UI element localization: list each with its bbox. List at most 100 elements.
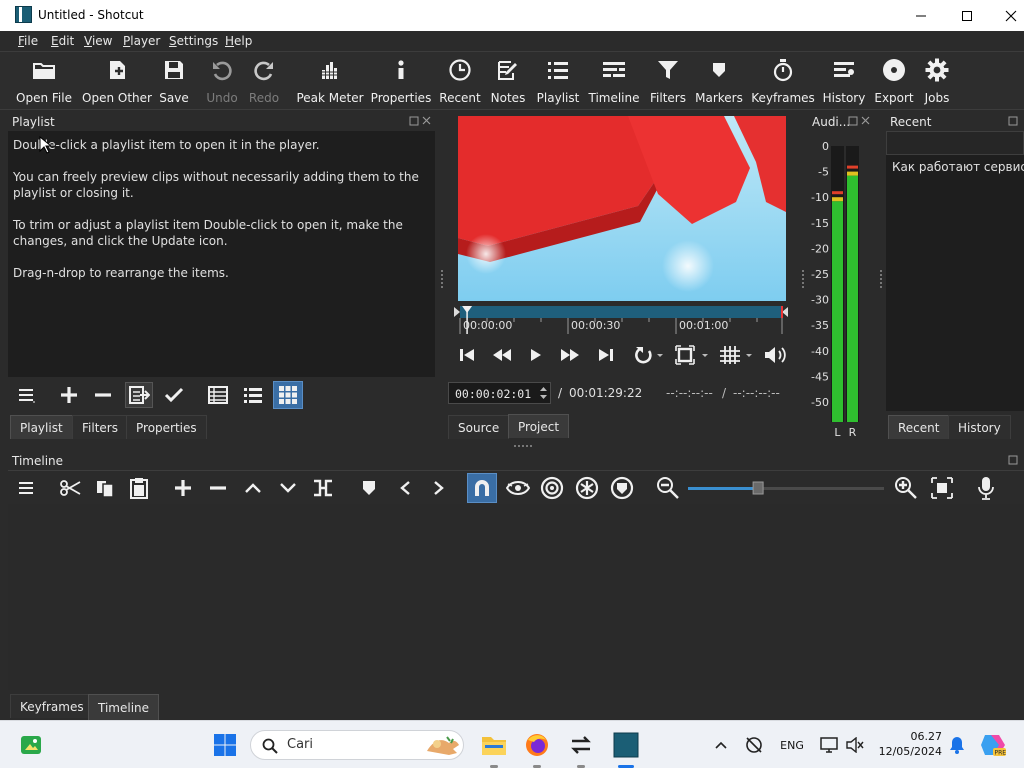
zoom-fit-button[interactable] (674, 344, 710, 366)
redo-button[interactable]: Redo (246, 56, 282, 108)
next-marker-button[interactable] (426, 476, 452, 500)
ripple-button[interactable] (538, 475, 566, 501)
skip-next-button[interactable] (596, 345, 616, 365)
maximize-button[interactable] (944, 0, 990, 31)
keyframes-button[interactable]: Keyframes (751, 56, 815, 108)
zoom-in-button[interactable] (892, 475, 920, 501)
dock-float-icon[interactable] (1008, 455, 1024, 467)
save-button[interactable]: Save (156, 56, 192, 108)
playlist-icon-view-button[interactable] (273, 381, 303, 409)
playlist-button[interactable]: Playlist (536, 56, 580, 108)
tab-playlist[interactable]: Playlist (10, 415, 73, 439)
spinbox-arrows-icon[interactable] (539, 385, 548, 401)
ripple-markers-button[interactable] (608, 475, 636, 501)
minimize-button[interactable] (898, 0, 944, 31)
splitter-handle[interactable] (514, 445, 532, 447)
taskbar-file-explorer[interactable] (479, 729, 509, 761)
tab-recent[interactable]: Recent (888, 415, 950, 439)
menu-help[interactable]: Help (225, 34, 252, 48)
playlist-view[interactable]: Double-click a playlist item to open it … (8, 131, 435, 377)
playlist-remove-button[interactable] (90, 384, 116, 406)
playlist-update-button[interactable] (125, 382, 153, 408)
recent-search-input[interactable] (886, 131, 1024, 155)
tab-project[interactable]: Project (508, 414, 570, 438)
playlist-check-button[interactable] (161, 384, 187, 406)
ripple-all-tracks-button[interactable] (573, 475, 601, 501)
position-timecode[interactable]: 00:00:02:01 (448, 382, 551, 404)
language-indicator[interactable]: ENG (776, 735, 808, 755)
tab-filters[interactable]: Filters (72, 415, 128, 439)
tab-properties[interactable]: Properties (126, 415, 207, 439)
menu-view[interactable]: View (84, 34, 112, 48)
show-hidden-icons-button[interactable] (712, 735, 730, 755)
taskbar-shotcut[interactable] (610, 728, 642, 762)
filters-button[interactable]: Filters (648, 56, 688, 108)
paste-button[interactable] (126, 476, 152, 500)
tab-source[interactable]: Source (448, 415, 510, 439)
record-audio-button[interactable] (972, 475, 1000, 501)
open-other-button[interactable]: Open Other (82, 56, 152, 108)
timeline-button[interactable]: Timeline (588, 56, 640, 108)
player-scrubber[interactable]: 00:00:00 00:00:30 00:01:00 (452, 304, 790, 336)
marker-button[interactable] (356, 476, 382, 500)
zoom-timeline-fit-button[interactable] (928, 475, 956, 501)
video-preview[interactable] (458, 116, 786, 301)
menu-file[interactable]: File (18, 34, 38, 48)
start-button[interactable] (210, 731, 240, 759)
menu-player[interactable]: Player (123, 34, 160, 48)
playlist-add-button[interactable] (56, 384, 82, 406)
copy-button[interactable] (92, 476, 118, 500)
menu-edit[interactable]: Edit (51, 34, 74, 48)
loop-button[interactable] (632, 344, 666, 366)
history-button[interactable]: History (822, 56, 866, 108)
zoom-out-button[interactable] (654, 475, 682, 501)
taskbar-clock[interactable]: 06.27 12/05/2024 (872, 729, 942, 759)
dock-float-icon[interactable] (1008, 116, 1024, 128)
export-button[interactable]: Export (874, 56, 914, 108)
playlist-list-view-button[interactable] (240, 384, 266, 406)
dock-float-close-icon[interactable] (848, 116, 870, 128)
notes-button[interactable]: Notes (490, 56, 526, 108)
recent-list-item[interactable]: Как работают сервисн... (892, 160, 1024, 174)
sound-icon-button[interactable] (844, 734, 866, 756)
copilot-button[interactable]: PRE (976, 729, 1010, 761)
lift-button[interactable] (240, 476, 266, 500)
timeline-tracks-area[interactable] (8, 504, 1024, 690)
jobs-button[interactable]: Jobs (920, 56, 954, 108)
taskbar-app-arrows[interactable] (566, 729, 596, 761)
snap-button[interactable] (467, 473, 497, 503)
dock-float-close-icon[interactable] (409, 116, 431, 128)
playlist-menu-button[interactable] (14, 384, 40, 406)
timeline-menu-button[interactable] (14, 476, 40, 500)
open-file-button[interactable]: Open File (16, 56, 72, 108)
menu-settings[interactable]: Settings (169, 34, 218, 48)
taskbar-firefox[interactable] (522, 729, 552, 761)
markers-button[interactable]: Markers (695, 56, 743, 108)
append-button[interactable] (170, 476, 196, 500)
zoom-slider[interactable] (688, 478, 884, 498)
rewind-button[interactable] (490, 345, 514, 365)
fast-forward-button[interactable] (558, 345, 582, 365)
tab-keyframes[interactable]: Keyframes (10, 694, 94, 718)
scrub-while-dragging-button[interactable] (504, 476, 532, 500)
volume-button[interactable] (762, 344, 790, 366)
skip-previous-button[interactable] (456, 345, 478, 365)
widgets-button[interactable] (18, 733, 44, 757)
playlist-detail-view-button[interactable] (205, 384, 231, 406)
peak-meter-button[interactable]: Peak Meter (296, 56, 364, 108)
taskbar-search-box[interactable]: Cari (250, 730, 464, 760)
splitter-handle[interactable] (880, 270, 882, 288)
cut-button[interactable] (58, 476, 84, 500)
network-status-button[interactable] (742, 734, 766, 756)
splitter-handle[interactable] (441, 270, 443, 288)
previous-marker-button[interactable] (392, 476, 418, 500)
close-button[interactable] (988, 0, 1024, 31)
tab-history[interactable]: History (948, 415, 1011, 439)
overwrite-button[interactable] (275, 476, 301, 500)
grid-button[interactable] (718, 344, 756, 366)
undo-button[interactable]: Undo (202, 56, 242, 108)
properties-button[interactable]: Properties (371, 56, 431, 108)
play-button[interactable] (526, 345, 546, 365)
notifications-button[interactable] (946, 734, 968, 756)
tab-timeline[interactable]: Timeline (88, 694, 160, 720)
